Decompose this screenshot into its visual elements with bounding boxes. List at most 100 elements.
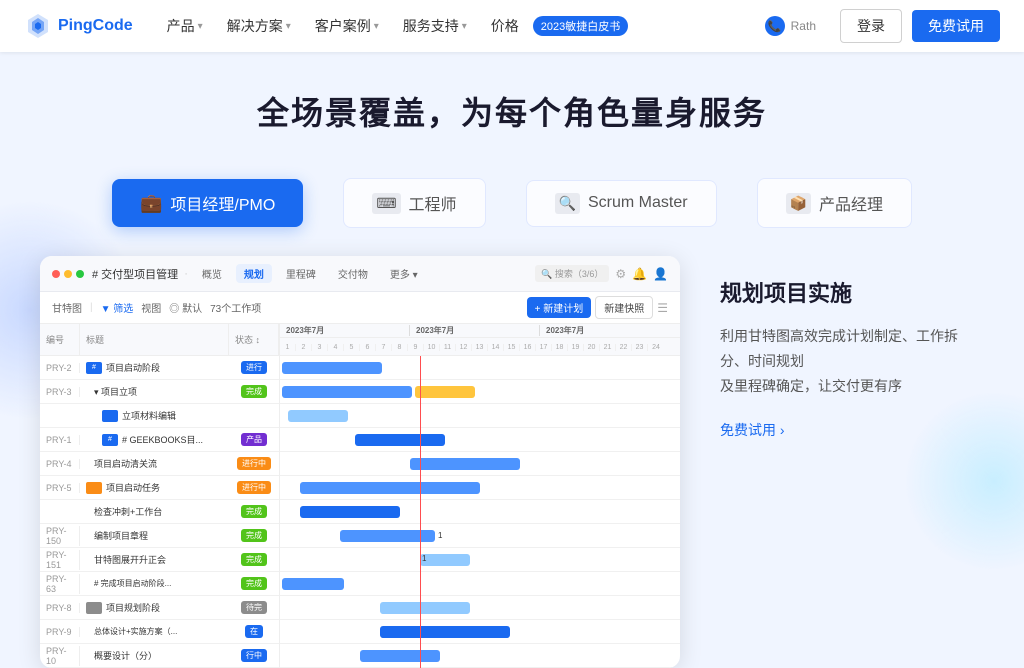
- table-row: PRY-8 项目规划阶段 待完: [40, 596, 279, 620]
- role-tab-product[interactable]: 📦 产品经理: [757, 178, 912, 228]
- gantt-chart: 2023年7月 2023年7月 2023年7月 1 2 3 4 5 6 7 8 …: [280, 324, 680, 668]
- date-cell: 12: [456, 344, 472, 351]
- cell-status: 在: [229, 625, 279, 638]
- table-row: 检查冲刺+工作台 完成: [40, 500, 279, 524]
- toolbar-new-actions: + 新建计划 新建快照 ☰: [527, 296, 668, 319]
- bar-row: 1: [280, 524, 680, 548]
- main-content: # 交付型项目管理 · 概览 规划 里程碑 交付物 更多 ▾ 🔍 搜索（3/6）…: [0, 256, 1024, 668]
- date-cell: 10: [424, 344, 440, 351]
- separator: |: [90, 302, 93, 313]
- menu-icon[interactable]: ☰: [657, 301, 668, 315]
- nav-item-cases[interactable]: 客户案例 ▾: [305, 10, 389, 42]
- status-badge: 待完: [241, 601, 267, 614]
- row-icon: [86, 602, 102, 614]
- nav-item-solutions[interactable]: 解决方案 ▾: [217, 10, 301, 42]
- gantt-bar: [282, 362, 382, 374]
- gantt-project-title: # 交付型项目管理: [92, 266, 178, 282]
- col-header-num: 编号: [40, 324, 80, 355]
- panel-cta-link[interactable]: 免费试用 ›: [720, 420, 984, 440]
- table-row: PRY-4 项目启动清关流 进行中: [40, 452, 279, 476]
- bar-row: [280, 572, 680, 596]
- cell-num: PRY-150: [40, 526, 80, 546]
- month-label-1: 2023年7月: [280, 325, 410, 336]
- product-icon: 📦: [786, 193, 811, 214]
- cell-num: PRY-3: [40, 387, 80, 397]
- date-cell: 14: [488, 344, 504, 351]
- settings-icon[interactable]: ⚙: [615, 267, 626, 281]
- bar-row: [280, 620, 680, 644]
- role-tabs: 💼 项目经理/PMO ⌨ 工程师 🔍 Scrum Master 📦 产品经理: [0, 178, 1024, 228]
- role-tab-pmo[interactable]: 💼 项目经理/PMO: [112, 179, 303, 227]
- tab-more[interactable]: 更多 ▾: [382, 264, 426, 283]
- toolbar-count: 73个工作项: [210, 300, 261, 315]
- row-icon: #: [86, 362, 102, 374]
- gantt-toolbar: 甘特图 | ▼ 筛选 视图 ◎ 默认 73个工作项 + 新建计划 新建快照 ☰: [40, 292, 680, 324]
- gantt-table: 编号 标题 状态 ↕ PRY-2 # 项目启动阶段 进行: [40, 324, 280, 668]
- panel-description: 利用甘特图高效完成计划制定、工作拆分、时间规划及里程碑确定，让交付更有序: [720, 324, 984, 400]
- cell-status: 完成: [229, 577, 279, 590]
- tab-overview[interactable]: 概览: [194, 264, 230, 283]
- new-snapshot-button[interactable]: 新建快照: [595, 296, 653, 319]
- logo[interactable]: PingCode: [24, 12, 133, 40]
- login-button[interactable]: 登录: [840, 9, 902, 43]
- cell-num: PRY-8: [40, 603, 80, 613]
- dot-maximize: [76, 270, 84, 278]
- cell-num: PRY-151: [40, 550, 80, 570]
- table-row: PRY-150 编制项目章程 完成: [40, 524, 279, 548]
- date-cell: 8: [392, 344, 408, 351]
- nav-badge-whitepaper[interactable]: 2023敏捷白皮书: [533, 16, 628, 36]
- tab-plan[interactable]: 规划: [236, 264, 272, 283]
- bar-row: [280, 644, 680, 668]
- date-cell: 9: [408, 344, 424, 351]
- free-trial-button[interactable]: 免费试用: [912, 10, 1000, 42]
- role-tab-engineer[interactable]: ⌨ 工程师: [343, 178, 485, 228]
- table-row: PRY-63 # 完成项目启动阶段... 完成: [40, 572, 279, 596]
- gantt-body: 编号 标题 状态 ↕ PRY-2 # 项目启动阶段 进行: [40, 324, 680, 668]
- date-cell: 19: [568, 344, 584, 351]
- month-label-3: 2023年7月: [540, 325, 670, 336]
- tab-delivery[interactable]: 交付物: [330, 264, 376, 283]
- nav-item-support[interactable]: 服务支持 ▾: [393, 10, 477, 42]
- gantt-bar: [415, 386, 475, 398]
- search-bar[interactable]: 🔍 搜索（3/6）: [535, 265, 609, 282]
- hero-section: 全场景覆盖，为每个角色量身服务: [0, 52, 1024, 154]
- nav-item-product[interactable]: 产品 ▾: [157, 10, 213, 42]
- new-plan-button[interactable]: + 新建计划: [527, 297, 592, 318]
- month-header: 2023年7月 2023年7月 2023年7月: [280, 324, 680, 338]
- cell-status: 完成: [229, 385, 279, 398]
- phone-number: Rath: [791, 19, 816, 33]
- cell-status: 完成: [229, 529, 279, 542]
- cell-title: 编制项目章程: [80, 529, 229, 542]
- cell-title: 项目启动任务: [80, 481, 229, 494]
- user-icon[interactable]: 👤: [653, 267, 668, 281]
- date-cell: 7: [376, 344, 392, 351]
- date-cell: 21: [600, 344, 616, 351]
- gantt-col-headers: 编号 标题 状态 ↕: [40, 324, 279, 356]
- toolbar-view[interactable]: 视图: [141, 300, 161, 315]
- date-cell: 3: [312, 344, 328, 351]
- cell-title: # 项目启动阶段: [80, 361, 229, 374]
- row-icon: [86, 482, 102, 494]
- tab-milestone[interactable]: 里程碑: [278, 264, 324, 283]
- navbar: PingCode 产品 ▾ 解决方案 ▾ 客户案例 ▾ 服务支持 ▾ 价格 20…: [0, 0, 1024, 52]
- nav-menu: 产品 ▾ 解决方案 ▾ 客户案例 ▾ 服务支持 ▾ 价格 2023敏捷白皮书: [157, 10, 741, 42]
- gantt-bar: [282, 386, 412, 398]
- gantt-card: # 交付型项目管理 · 概览 规划 里程碑 交付物 更多 ▾ 🔍 搜索（3/6）…: [40, 256, 680, 668]
- toolbar-filter[interactable]: ▼ 筛选: [101, 300, 134, 315]
- row-icon: [102, 410, 118, 422]
- date-cell: 17: [536, 344, 552, 351]
- cell-num: PRY-63: [40, 574, 80, 594]
- date-cell: 18: [552, 344, 568, 351]
- nav-item-pricing[interactable]: 价格: [481, 10, 529, 42]
- cell-num: PRY-5: [40, 483, 80, 493]
- cell-title: # 完成项目启动阶段...: [80, 578, 229, 589]
- bar-row: [280, 500, 680, 524]
- role-tab-product-label: 产品经理: [819, 191, 883, 215]
- toolbar-default[interactable]: ◎ 默认: [169, 300, 202, 315]
- bell-icon[interactable]: 🔔: [632, 267, 647, 281]
- cell-title: 立项材料编辑: [80, 409, 229, 422]
- gantt-bar: [360, 650, 440, 662]
- role-tab-scrum[interactable]: 🔍 Scrum Master: [526, 180, 717, 227]
- table-row: PRY-5 项目启动任务 进行中: [40, 476, 279, 500]
- gantt-bar: [300, 482, 480, 494]
